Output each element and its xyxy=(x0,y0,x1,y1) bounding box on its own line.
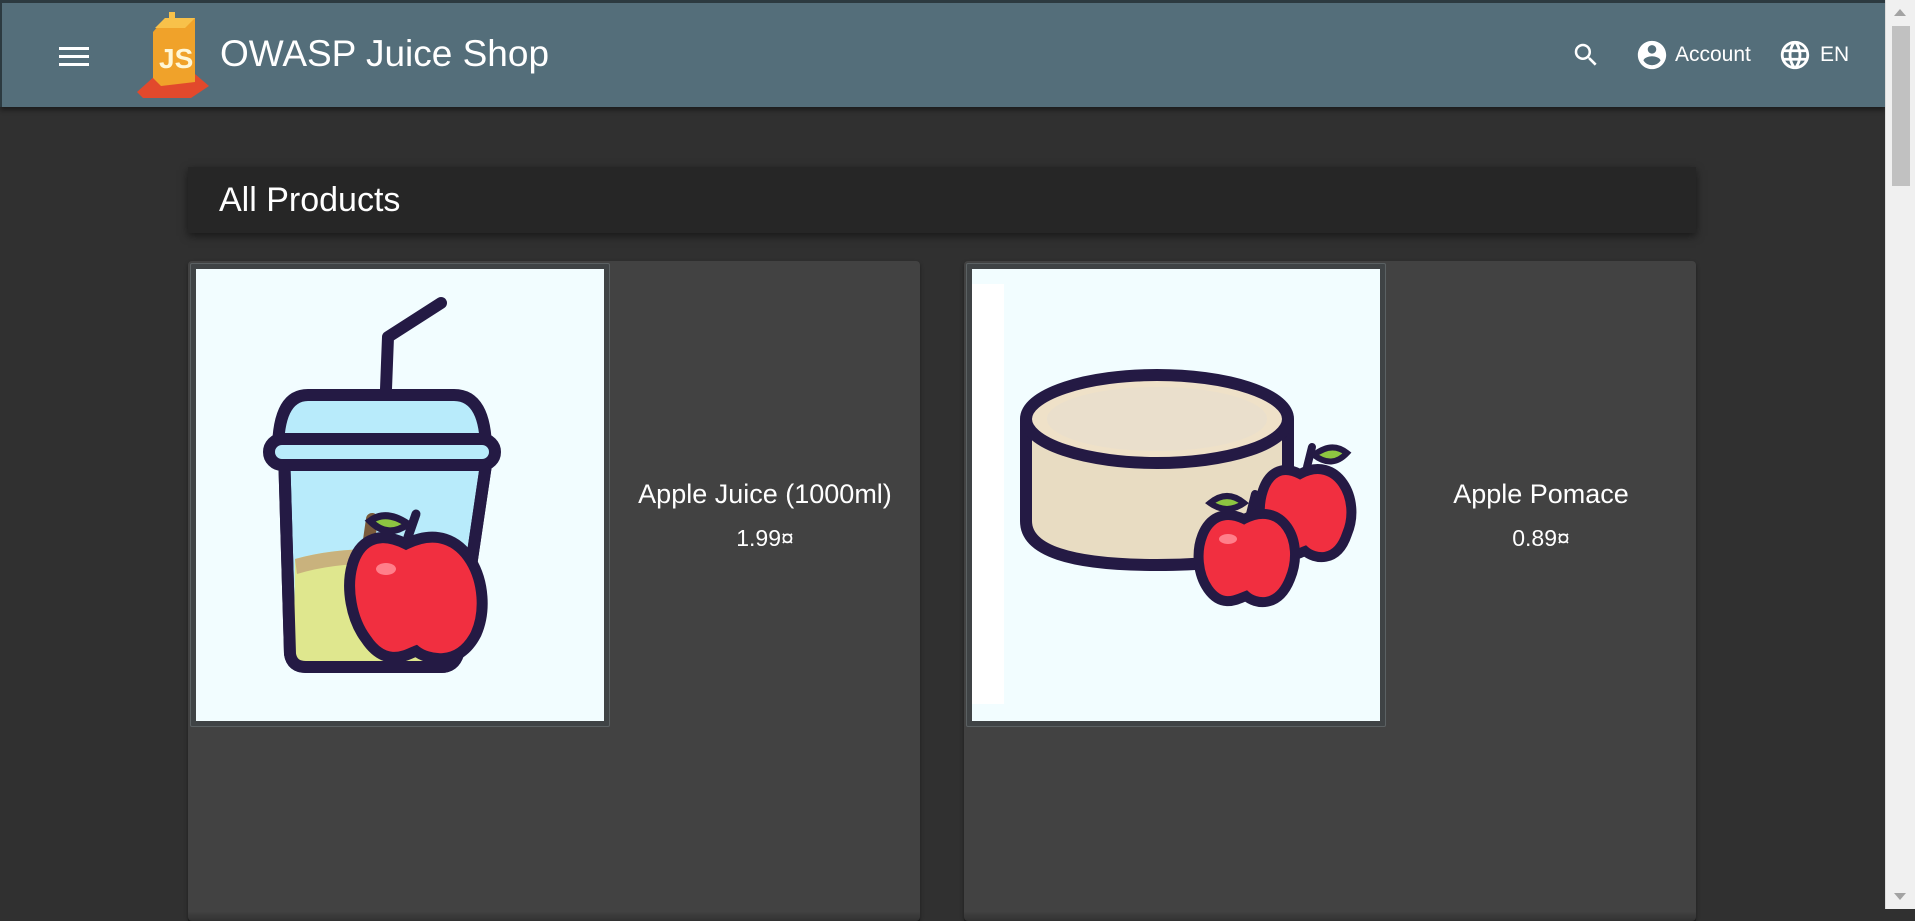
scroll-up-arrow-icon[interactable] xyxy=(1894,9,1906,16)
all-products-heading-card: All Products xyxy=(188,167,1696,233)
product-card-apple-pomace[interactable]: Apple Pomace 0.89¤ xyxy=(964,261,1696,921)
card-bottom-fade xyxy=(964,911,1696,921)
language-label: EN xyxy=(1820,43,1850,66)
apple-juice-cup-image[interactable] xyxy=(196,269,604,721)
product-card-apple-juice[interactable]: Apple Juice (1000ml) 1.99¤ xyxy=(188,261,920,921)
product-info: Apple Juice (1000ml) 1.99¤ xyxy=(610,478,920,552)
product-name: Apple Pomace xyxy=(1453,479,1629,509)
product-price: 0.89¤ xyxy=(1512,525,1570,551)
product-image-frame xyxy=(190,263,610,727)
globe-icon xyxy=(1780,40,1810,70)
card-bottom-fade xyxy=(188,911,920,921)
vertical-scrollbar[interactable] xyxy=(1885,0,1915,909)
account-label: Account xyxy=(1675,43,1751,66)
product-info: Apple Pomace 0.89¤ xyxy=(1386,478,1696,552)
scrollbar-thumb[interactable] xyxy=(1892,26,1910,186)
top-toolbar: JS OWASP Juice Shop Account EN xyxy=(0,0,1885,107)
juice-shop-logo[interactable]: JS xyxy=(135,12,211,98)
language-button[interactable]: EN xyxy=(1778,33,1849,77)
search-button[interactable] xyxy=(1566,35,1606,75)
scroll-down-arrow-icon[interactable] xyxy=(1894,893,1906,900)
hamburger-menu-icon xyxy=(59,47,89,66)
logo-text: JS xyxy=(159,43,193,74)
product-name: Apple Juice (1000ml) xyxy=(638,479,892,509)
product-image-frame xyxy=(966,263,1386,727)
apple-pomace-image[interactable] xyxy=(972,269,1380,721)
account-button[interactable]: Account xyxy=(1635,33,1751,77)
menu-button[interactable] xyxy=(50,33,98,81)
app-title[interactable]: OWASP Juice Shop xyxy=(220,33,549,75)
product-price: 1.99¤ xyxy=(736,525,794,551)
page-title: All Products xyxy=(219,180,401,219)
account-circle-icon xyxy=(1637,40,1667,70)
search-icon xyxy=(1574,43,1597,66)
